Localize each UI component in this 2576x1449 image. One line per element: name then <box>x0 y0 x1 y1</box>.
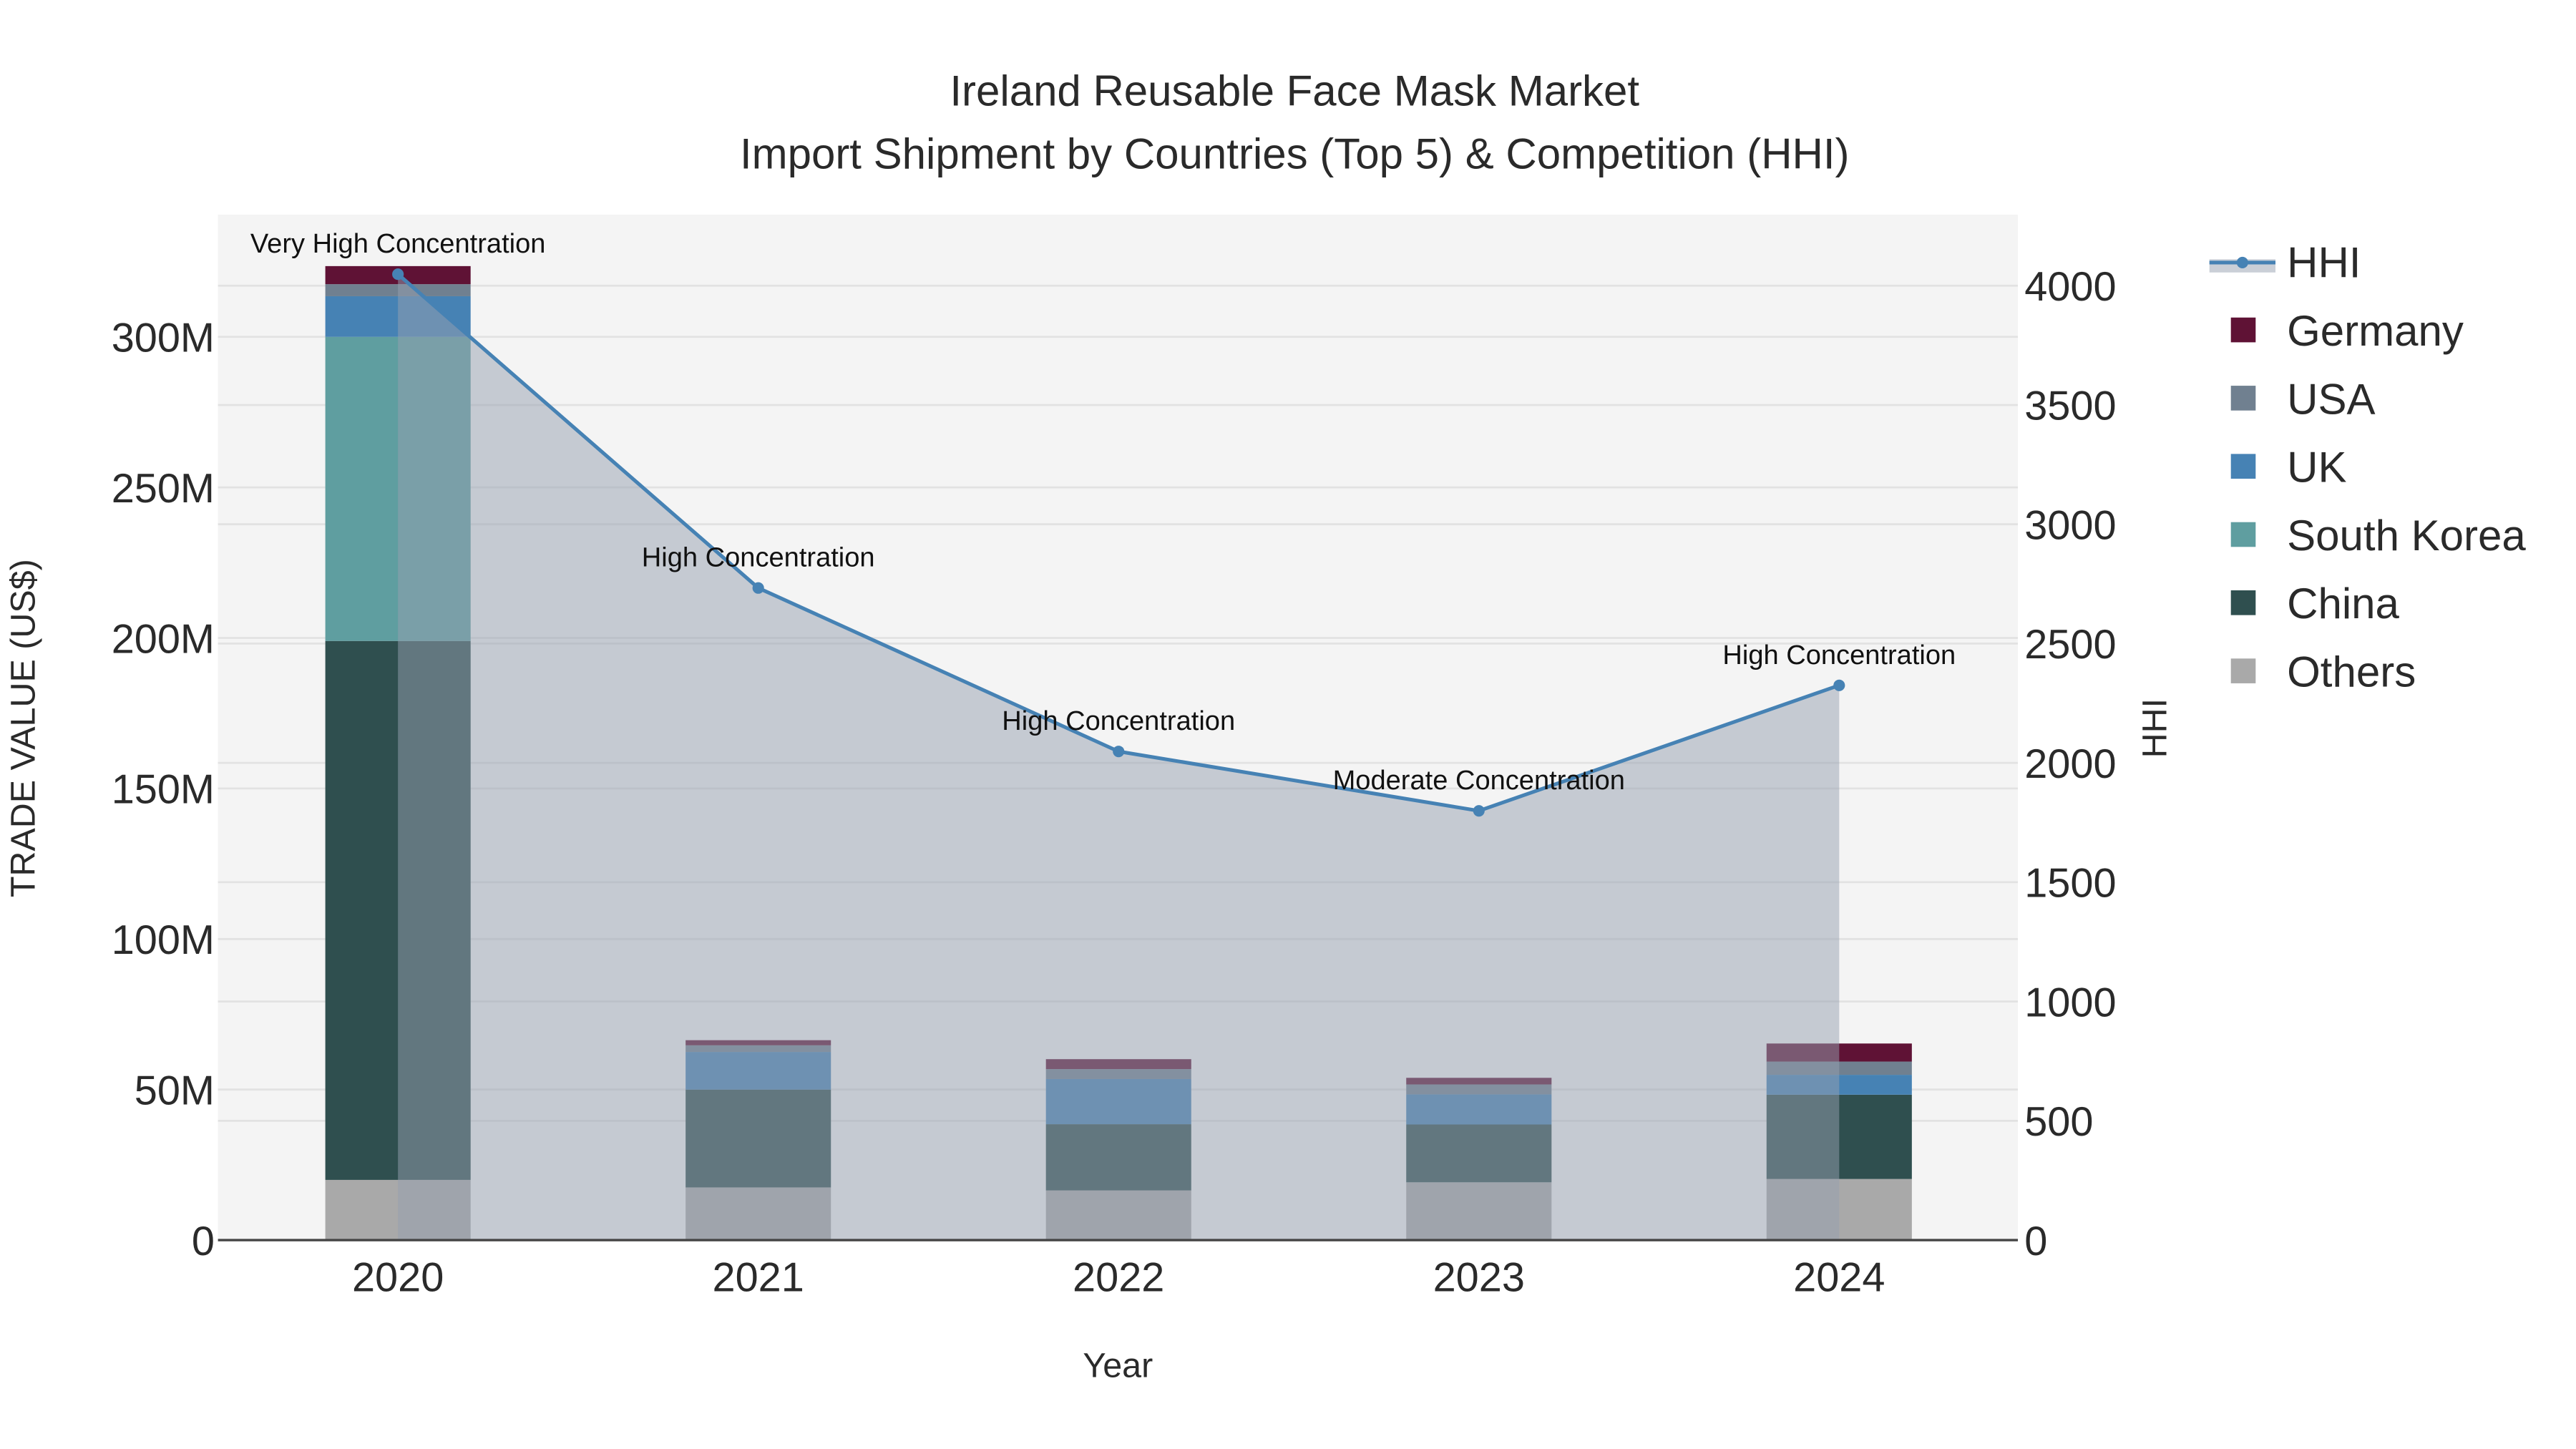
y2-tick-label: 0 <box>2024 1219 2047 1264</box>
y2-tick-label: 1000 <box>2024 980 2116 1025</box>
y2-tick-label: 2500 <box>2024 622 2116 668</box>
legend-label: HHI <box>2287 239 2361 287</box>
chart: Ireland Reusable Face Mask Market Import… <box>4 67 2526 1385</box>
y2-axis-title: HHI <box>2136 698 2175 758</box>
legend-swatch-others <box>2230 658 2256 683</box>
x-axis-title: Year <box>1083 1347 1153 1385</box>
y-tick-label: 300M <box>112 316 215 361</box>
hhi-point-2023 <box>1473 805 1485 817</box>
y-tick-label: 200M <box>112 616 215 662</box>
x-tick-label: 2023 <box>1433 1255 1525 1301</box>
x-tick-label: 2020 <box>352 1255 444 1301</box>
x-tick-label: 2021 <box>713 1255 804 1301</box>
legend: HHI Germany USA UK South Korea China Others <box>2209 239 2526 696</box>
legend-label: Germany <box>2287 307 2464 355</box>
y-axis-title: TRADE VALUE (US$) <box>4 559 42 897</box>
legend-label: China <box>2287 580 2399 628</box>
hhi-annotation-2021: High Concentration <box>642 543 875 573</box>
y2-tick-label: 2000 <box>2024 741 2116 787</box>
y-tick-label: 50M <box>135 1068 215 1113</box>
x-axis-ticks: 2020 2021 2022 2023 2024 <box>352 1255 1885 1301</box>
legend-label: South Korea <box>2287 512 2526 560</box>
hhi-point-2022 <box>1113 746 1125 758</box>
hhi-annotation-2024: High Concentration <box>1722 640 1956 670</box>
x-tick-label: 2024 <box>1793 1255 1885 1301</box>
y2-tick-label: 1500 <box>2024 861 2116 907</box>
y-tick-label: 100M <box>112 917 215 963</box>
legend-label: USA <box>2287 375 2375 423</box>
chart-subtitle: Import Shipment by Countries (Top 5) & C… <box>740 130 1850 177</box>
y-tick-label: 250M <box>112 466 215 512</box>
legend-label: Others <box>2287 648 2416 696</box>
legend-swatch-usa <box>2230 386 2256 411</box>
hhi-annotation-2022: High Concentration <box>1002 706 1235 736</box>
y2-tick-label: 3000 <box>2024 502 2116 548</box>
legend-swatch-south-korea <box>2230 522 2256 547</box>
hhi-annotation-2023: Moderate Concentration <box>1333 766 1625 796</box>
legend-swatch-china <box>2230 590 2256 615</box>
hhi-point-2024 <box>1833 679 1845 691</box>
y-axis-ticks: 0 50M 100M 150M 200M 250M 300M <box>112 316 215 1264</box>
hhi-point-2021 <box>752 582 764 594</box>
chart-title: Ireland Reusable Face Mask Market <box>950 67 1639 115</box>
legend-swatch-uk <box>2230 454 2256 479</box>
y2-tick-label: 500 <box>2024 1099 2093 1145</box>
y-tick-label: 150M <box>112 767 215 813</box>
hhi-annotation-2020: Very High Concentration <box>250 229 546 259</box>
y-tick-label: 0 <box>192 1219 215 1264</box>
legend-swatch-hhi-marker <box>2236 256 2248 268</box>
y2-axis-ticks: 0 500 1000 1500 2000 2500 3000 3500 4000 <box>2024 264 2116 1264</box>
legend-label: UK <box>2287 444 2346 492</box>
legend-swatch-germany <box>2230 317 2256 343</box>
hhi-point-2020 <box>392 268 404 280</box>
y2-tick-label: 3500 <box>2024 384 2116 429</box>
y2-tick-label: 4000 <box>2024 264 2116 310</box>
x-tick-label: 2022 <box>1073 1255 1164 1301</box>
